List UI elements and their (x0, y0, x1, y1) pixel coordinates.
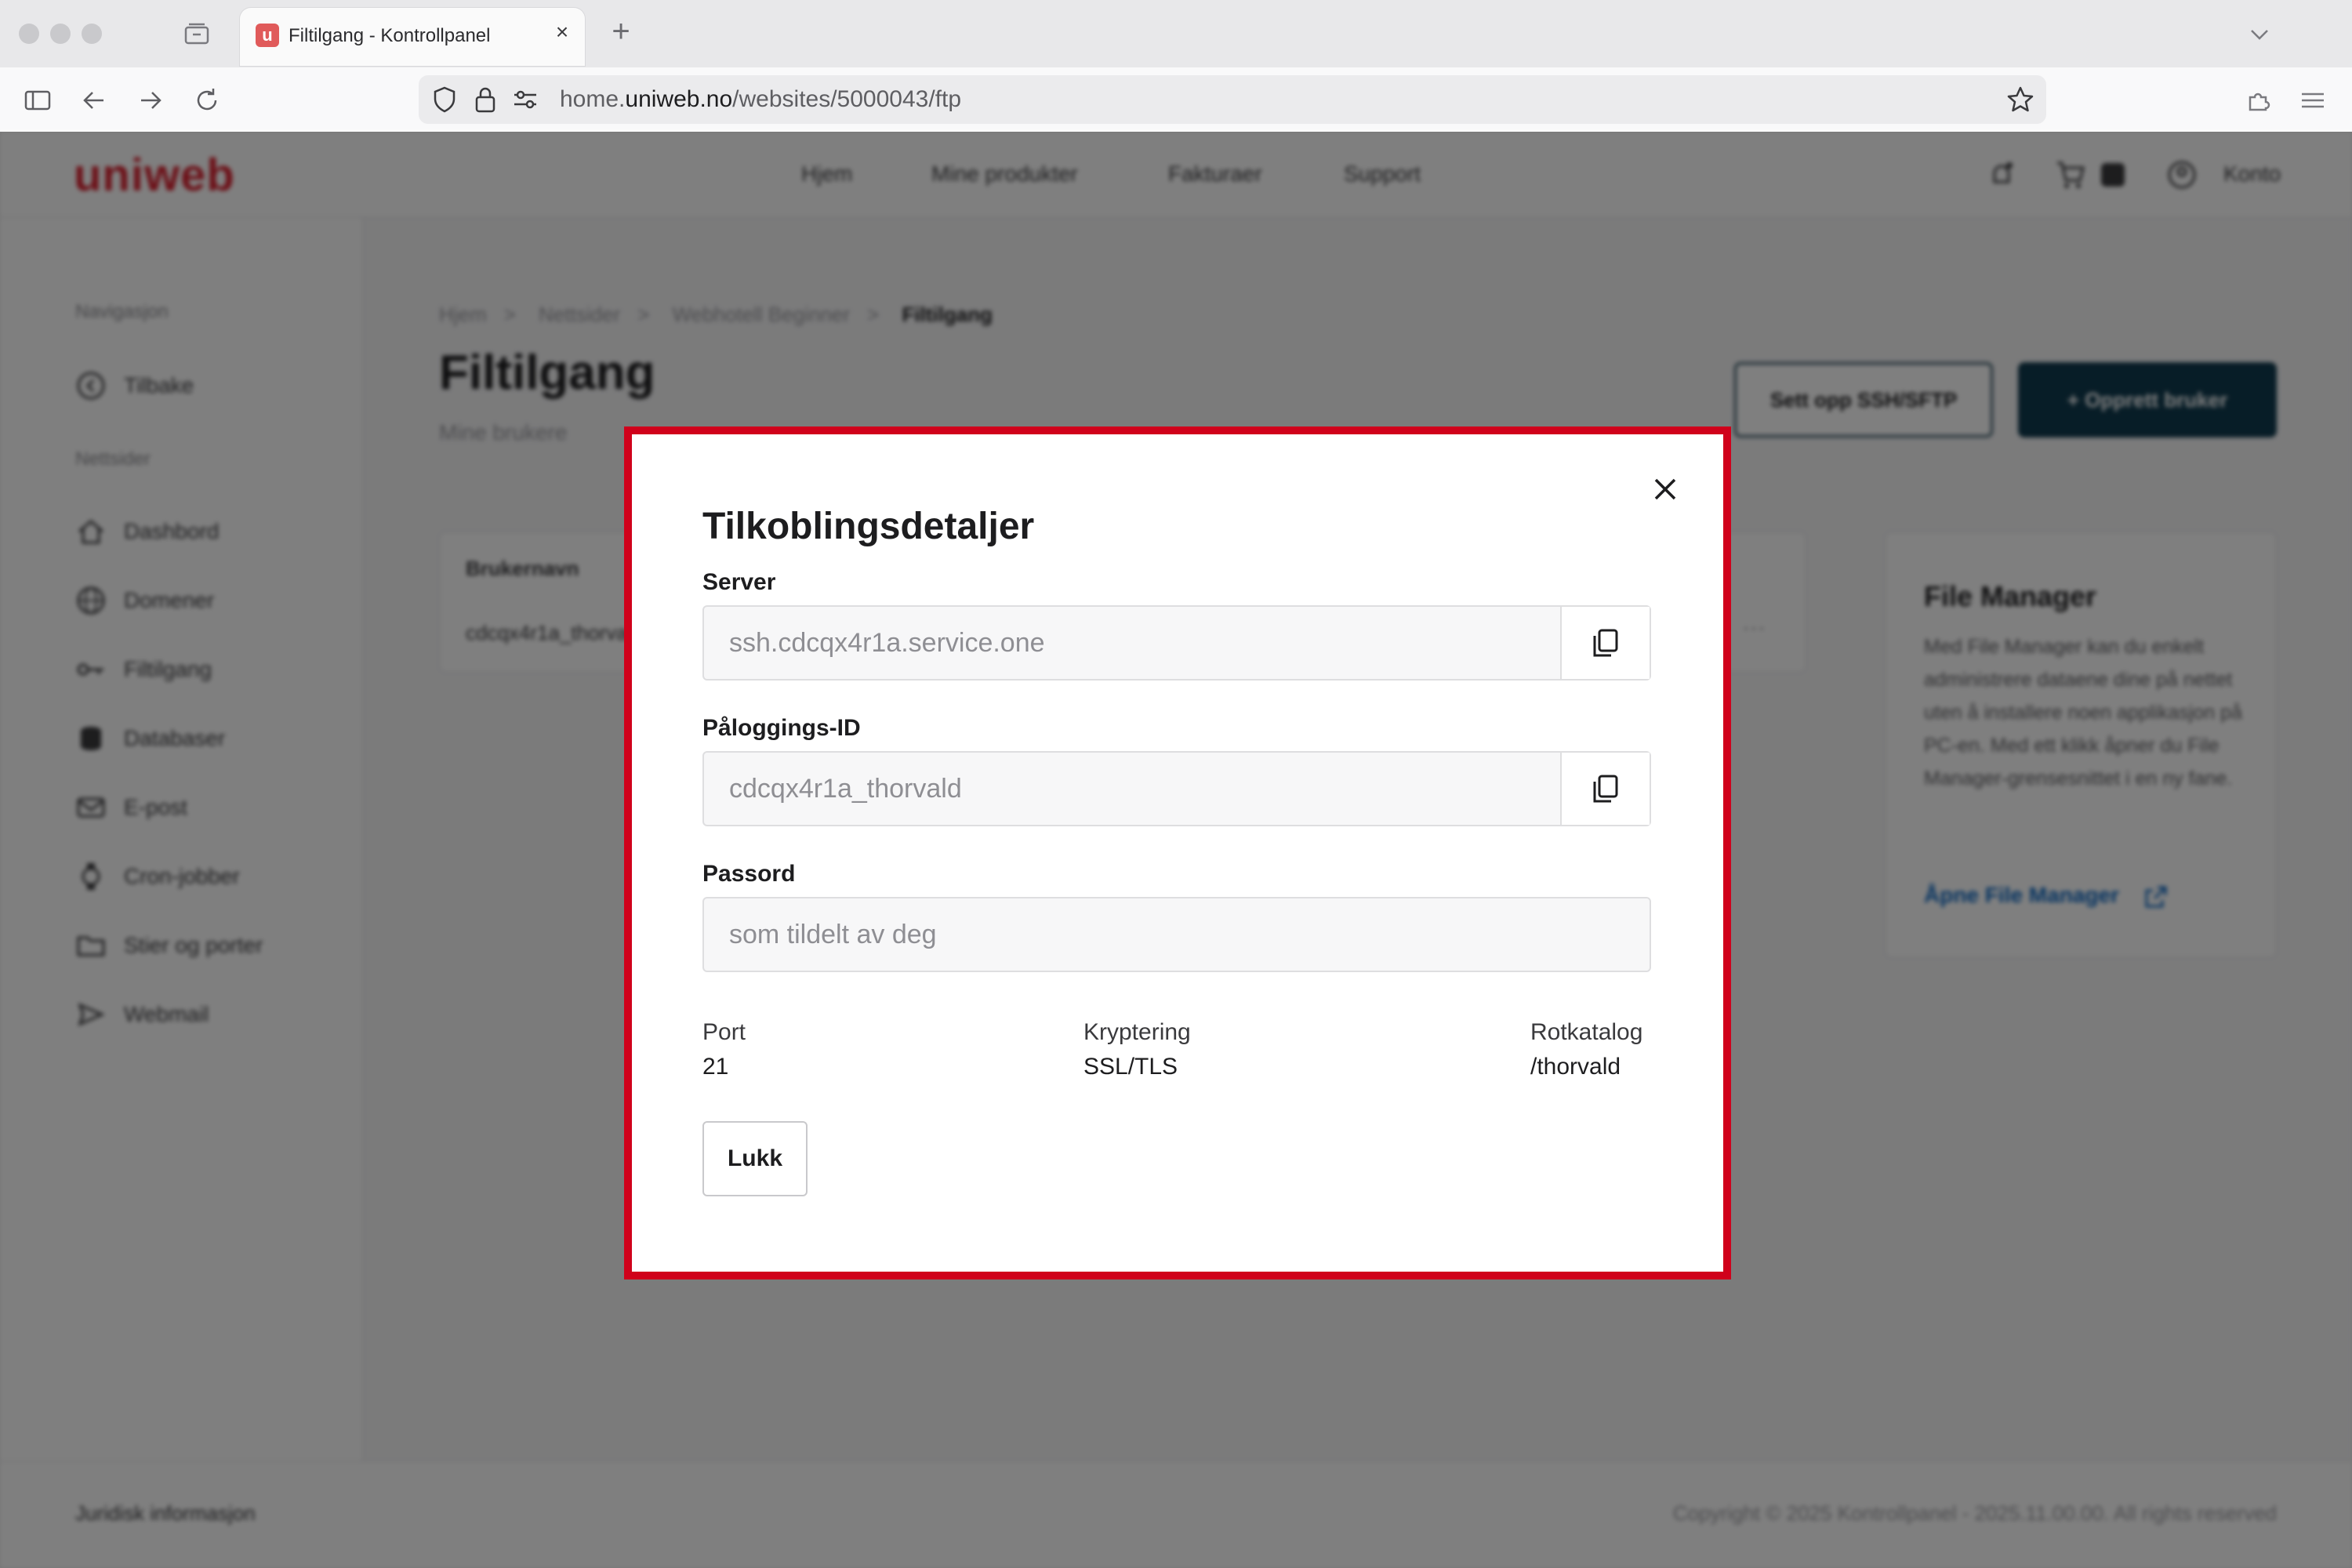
chevron-down-icon[interactable] (2244, 19, 2275, 50)
password-input[interactable] (704, 898, 1650, 971)
forward-arrow-icon[interactable] (135, 85, 166, 116)
url-host: uniweb.no (625, 86, 733, 112)
copy-icon (1593, 629, 1618, 657)
uniweb-favicon-icon: u (256, 24, 279, 47)
dialog-title: Tilkoblingsdetaljer (702, 506, 1035, 547)
port-label: Port (702, 1019, 746, 1045)
address-bar[interactable]: home.uniweb.no/websites/5000043/ftp (419, 75, 2046, 124)
url-path: /websites/5000043/ftp (732, 86, 962, 112)
tab-title: Filtilgang - Kontrollpanel (289, 25, 491, 46)
server-input[interactable] (704, 607, 1559, 679)
url-text: home.uniweb.no/websites/5000043/ftp (560, 86, 961, 113)
window-close-dot[interactable] (19, 24, 39, 44)
close-button[interactable]: Lukk (702, 1121, 808, 1196)
site-settings-icon[interactable] (511, 86, 539, 113)
login-id-input[interactable] (704, 753, 1559, 825)
port-info: Port 21 (702, 1019, 746, 1080)
tab-close-icon[interactable]: × (550, 20, 574, 44)
sidebar-toggle-icon[interactable] (22, 85, 53, 116)
login-id-label: Påloggings-ID (702, 715, 861, 741)
password-field (702, 897, 1651, 972)
encryption-value: SSL/TLS (1083, 1054, 1178, 1080)
root-directory-label: Rotkatalog (1530, 1019, 1643, 1045)
reload-icon[interactable] (191, 85, 223, 116)
password-label: Passord (702, 861, 796, 887)
copy-icon (1593, 775, 1618, 803)
back-arrow-icon[interactable] (78, 85, 110, 116)
browser-tab[interactable]: u Filtilgang - Kontrollpanel × (240, 8, 585, 66)
port-value: 21 (702, 1054, 729, 1080)
root-directory-value: /thorvald (1530, 1054, 1621, 1080)
copy-login-id-button[interactable] (1560, 753, 1650, 825)
window-zoom-dot[interactable] (82, 24, 102, 44)
server-field (702, 605, 1651, 681)
lock-icon[interactable] (472, 85, 499, 114)
login-id-field (702, 751, 1651, 826)
encryption-info: Kryptering SSL/TLS (1083, 1019, 1191, 1080)
connection-details-dialog: Tilkoblingsdetaljer Server Påloggings-ID… (632, 434, 1723, 1272)
extensions-icon[interactable] (2244, 85, 2275, 116)
url-prefix: home. (560, 86, 626, 112)
new-tab-icon[interactable]: + (605, 16, 637, 47)
copy-server-button[interactable] (1560, 607, 1650, 679)
close-icon[interactable] (1645, 469, 1686, 510)
menu-icon[interactable] (2297, 85, 2328, 116)
tab-list-icon[interactable] (183, 22, 210, 45)
tab-bar: u Filtilgang - Kontrollpanel × + (0, 0, 2352, 67)
root-directory-info: Rotkatalog /thorvald (1530, 1019, 1642, 1080)
browser-chrome: u Filtilgang - Kontrollpanel × + home.un… (0, 0, 2352, 132)
encryption-label: Kryptering (1083, 1019, 1191, 1045)
bookmark-star-icon[interactable] (2005, 85, 2035, 114)
shield-icon[interactable] (430, 85, 459, 114)
window-minimize-dot[interactable] (50, 24, 71, 44)
server-label: Server (702, 569, 776, 595)
